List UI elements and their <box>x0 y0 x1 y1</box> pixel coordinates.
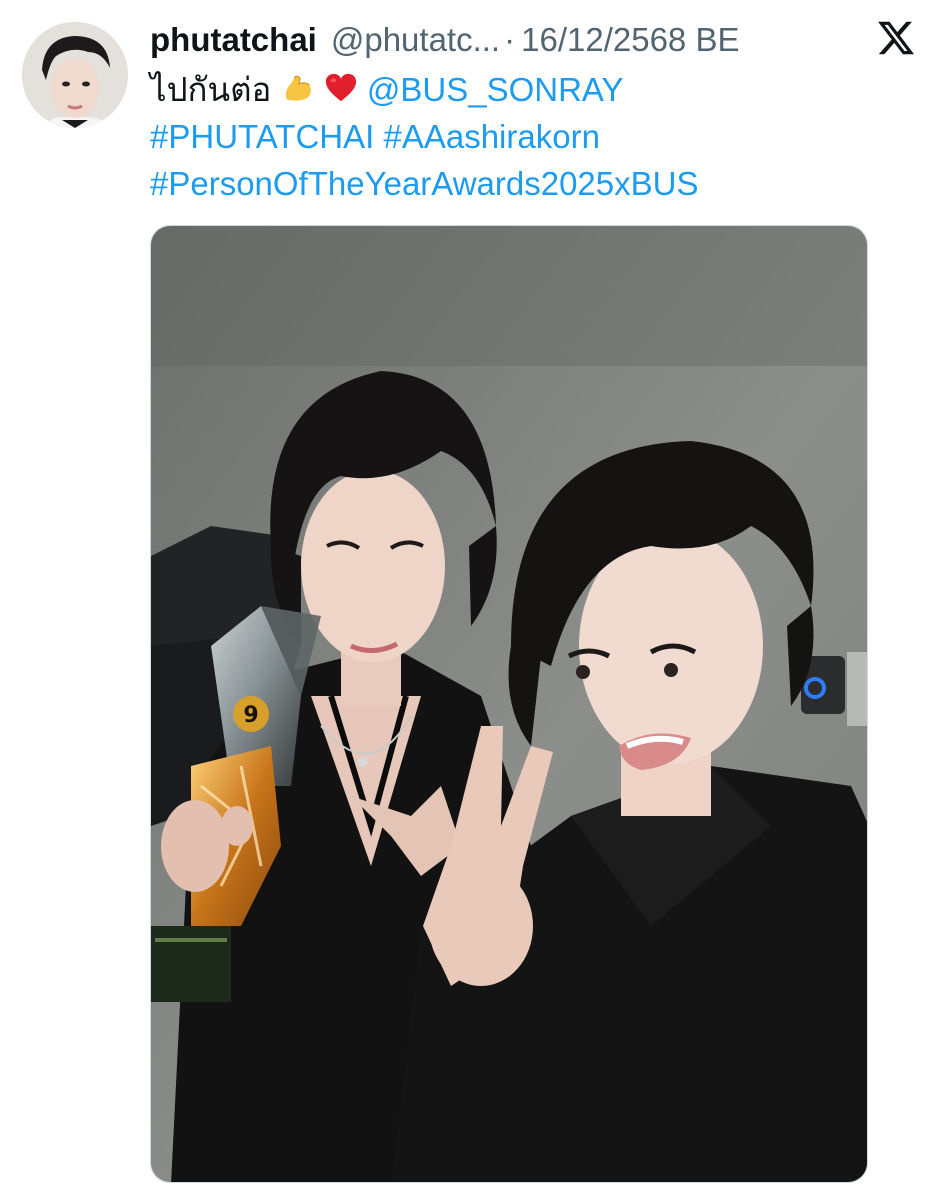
hashtag-link-person-of-the-year[interactable]: #PersonOfTheYearAwards2025xBUS <box>150 165 699 202</box>
mention-link[interactable]: @BUS_SONRAY <box>367 71 624 108</box>
tweet-text: ไปกันต่อ @BUS_SONRAY #PHUTATCHAI #AAashi… <box>150 66 890 207</box>
tweet-text-line-1: ไปกันต่อ @BUS_SONRAY <box>150 66 890 113</box>
tweet-date[interactable]: 16/12/2568 BE <box>521 18 739 62</box>
avatar[interactable] <box>22 22 128 128</box>
user-handle[interactable]: @phutatc... <box>331 18 500 62</box>
tweet-text-line-2: #PHUTATCHAI #AAashirakorn <box>150 113 890 160</box>
red-heart-emoji <box>324 70 358 104</box>
display-name[interactable]: phutatchai <box>150 18 317 62</box>
tweet-text-prefix: ไปกันต่อ <box>150 71 272 108</box>
tweet-header: phutatchai @phutatc... · 16/12/2568 BE <box>150 18 739 62</box>
flexed-biceps-emoji <box>281 70 315 104</box>
hashtag-link-phutatchai[interactable]: #PHUTATCHAI <box>150 118 374 155</box>
x-logo-icon[interactable] <box>876 18 916 58</box>
trophy-number: 9 <box>243 703 258 728</box>
tweet-photo[interactable]: 9 <box>150 225 868 1183</box>
hashtag-link-aaashirakorn[interactable]: #AAashirakorn <box>383 118 599 155</box>
separator-dot: · <box>504 21 516 58</box>
tweet-text-line-3: #PersonOfTheYearAwards2025xBUS <box>150 160 890 207</box>
